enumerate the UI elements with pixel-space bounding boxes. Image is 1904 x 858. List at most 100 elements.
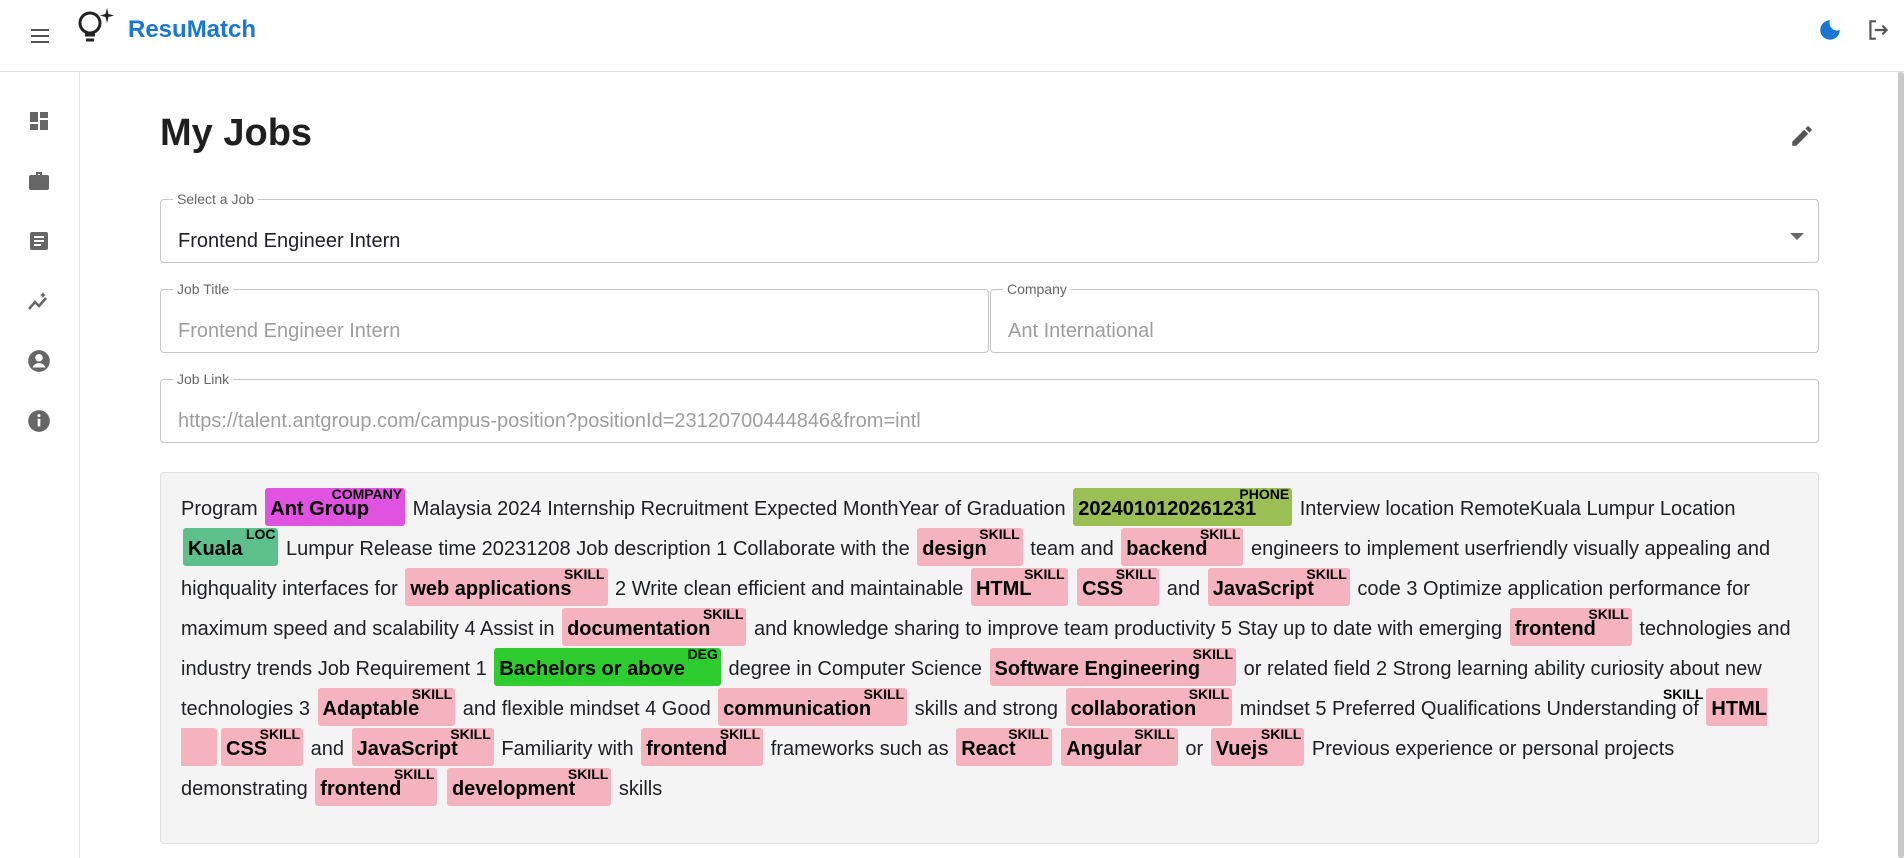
entity-label: SKILL [450,726,491,742]
entity-text: Angular [1066,738,1142,760]
logout-icon[interactable] [1862,14,1894,46]
sidebar [0,72,80,858]
company-field[interactable]: Company Ant International [990,282,1819,353]
entity-highlight-skill[interactable]: frontend SKILL [315,767,438,806]
description-text: Lumpur Release time 20231208 Job descrip… [280,538,916,560]
entity-label: SKILL [1588,606,1629,622]
menu-icon[interactable] [22,18,58,54]
entity-highlight-skill[interactable]: CSS SKILL [1077,566,1160,606]
entity-highlight-skill[interactable]: JavaScript SKILL [351,726,494,766]
description-text: degree in Computer Science [722,658,988,680]
entity-highlight-skill[interactable]: Software Engineering SKILL [989,646,1237,686]
moon-icon[interactable] [1814,14,1846,46]
description-text [439,778,445,800]
entity-highlight-skill[interactable]: frontend SKILL [641,726,764,766]
job-link-field[interactable]: Job Link https://talent.antgroup.com/cam… [160,372,1819,443]
job-select-value: Frontend Engineer Intern [178,230,401,252]
entity-text: JavaScript [1212,578,1314,600]
entity-highlight-skill[interactable]: development SKILL [446,766,612,806]
entity-label: PHONE [1239,486,1290,502]
entity-label: LOC [245,526,276,542]
page-title: My Jobs [160,112,313,154]
pencil-icon[interactable] [1786,120,1818,152]
description-text: skills [613,778,663,800]
entity-highlight-skill[interactable]: backend SKILL [1121,527,1244,566]
job-select[interactable]: Select a Job Frontend Engineer Intern [160,192,1819,263]
scrollbar-thumb[interactable] [1898,72,1904,858]
brand-name[interactable]: ResuMatch [128,16,256,44]
entity-text: Kuala [188,538,243,560]
entity-label: SKILL [1134,726,1175,742]
description-text: 2 Write clean efficient and maintainable [609,578,969,600]
entity-highlight-skill[interactable]: documentation SKILL [562,606,747,646]
entity-highlight-deg[interactable]: Bachelors or above DEG [494,647,721,686]
description-text: and [1161,578,1206,600]
job-title-label: Job Title [177,281,230,297]
entity-text: documentation [567,618,711,640]
entity-highlight-skill[interactable]: HTML SKILL [970,567,1068,606]
entity-text: HTML [1711,698,1767,720]
entity-highlight-skill[interactable]: Vuejs SKILL [1210,726,1305,766]
entity-highlight-skill[interactable]: design SKILL [917,526,1023,566]
entity-label: SKILL [1192,646,1234,662]
entity-highlight-skill[interactable]: React SKILL [956,726,1052,766]
job-title-value: Frontend Engineer Intern [178,320,401,342]
entity-label: SKILL [1662,686,1704,702]
entity-label: SKILL [1008,726,1049,742]
entity-label: SKILL [564,566,605,582]
main-content: My Jobs Select a Job Frontend Engineer I… [160,72,1820,858]
dashboard-icon[interactable] [22,104,56,138]
entity-label: SKILL [719,726,761,742]
entity-text: frontend [1514,618,1596,640]
entity-label: COMPANY [331,486,403,502]
entity-highlight-skill[interactable]: communication SKILL [718,686,908,726]
company-value: Ant International [1008,320,1154,342]
chevron-down-icon[interactable] [1790,233,1804,240]
entity-label: SKILL [1188,686,1230,702]
description-text [1070,578,1076,600]
entity-text: backend [1126,538,1208,560]
description-text: Program [181,498,264,520]
entity-highlight-skill[interactable]: collaboration SKILL [1065,686,1233,726]
description-text: frameworks such as [765,738,955,760]
description-text: and flexible mindset 4 Good [457,698,717,720]
entity-highlight-company[interactable]: Ant Group COMPANY [265,486,406,526]
account-icon[interactable] [22,344,56,378]
entity-highlight-skill[interactable]: frontend SKILL [1509,606,1632,646]
description-text: Familiarity with [495,738,640,760]
entity-text: Software Engineering [994,658,1201,680]
entity-label: SKILL [1260,726,1302,742]
job-description: Program Ant Group COMPANY Malaysia 2024 I… [160,472,1819,844]
entity-highlight-skill[interactable]: Adaptable SKILL [317,686,456,726]
entity-highlight-phone[interactable]: 2024010120261231 PHONE [1073,486,1293,526]
briefcase-icon[interactable] [22,164,56,198]
entity-text: JavaScript [356,738,458,760]
description-text: and knowledge sharing to improve team pr… [748,618,1508,640]
entity-text: design [922,538,987,560]
entity-label: SKILL [702,606,744,622]
entity-highlight-skill[interactable]: Angular SKILL [1061,726,1178,766]
entity-text: frontend [320,778,402,800]
document-icon[interactable] [22,224,56,258]
description-text: Malaysia 2024 Internship Recruitment Exp… [407,498,1072,520]
analytics-icon[interactable] [22,284,56,318]
job-select-label: Select a Job [177,191,255,207]
entity-highlight-loc[interactable]: Kuala LOC [183,526,279,566]
job-title-field[interactable]: Job Title Frontend Engineer Intern [160,282,989,353]
entity-label: SKILL [259,726,301,742]
entity-text: frontend [646,738,728,760]
info-icon[interactable] [22,404,56,438]
entity-label: SKILL [863,686,905,702]
entity-label: SKILL [567,766,609,782]
entity-text: web applications [410,578,572,600]
entity-highlight-skill[interactable]: JavaScript SKILL [1207,566,1350,606]
entity-text: Adaptable [322,698,420,720]
entity-label: SKILL [1306,566,1347,582]
company-label: Company [1007,281,1067,297]
entity-highlight-skill[interactable]: web applications SKILL [405,566,608,606]
entity-highlight-skill[interactable]: CSS SKILL [221,726,304,766]
entity-label: SKILL [979,526,1020,542]
description-text: or [1179,738,1209,760]
entity-label: SKILL [411,686,453,702]
entity-label: SKILL [1115,566,1157,582]
